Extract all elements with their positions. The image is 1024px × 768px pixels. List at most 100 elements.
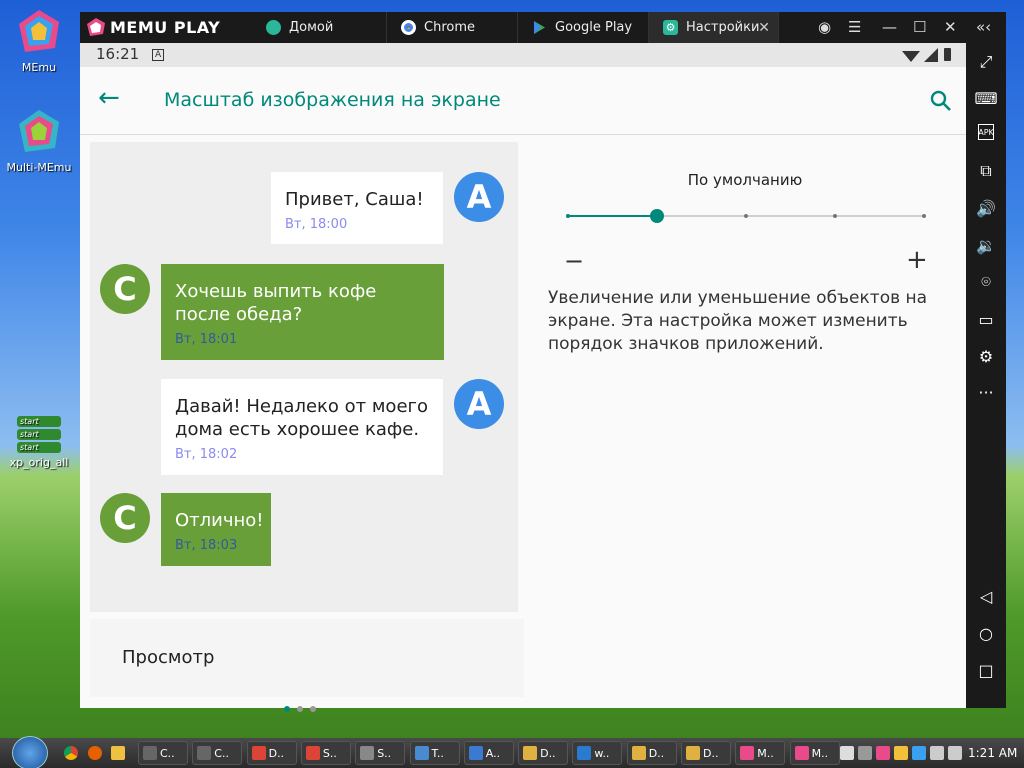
signal-icon bbox=[924, 48, 938, 62]
tray-icon[interactable] bbox=[876, 746, 890, 760]
back-arrow-icon[interactable]: ← bbox=[98, 85, 120, 111]
folder-icon[interactable]: ▭ bbox=[975, 308, 997, 330]
slider-tick bbox=[922, 214, 926, 218]
notification-icon: A bbox=[152, 49, 165, 61]
firefox-pinned-icon[interactable] bbox=[88, 746, 102, 760]
maximize-icon[interactable]: ☐ bbox=[913, 18, 926, 36]
memu-play-logo: MEMU PLAY bbox=[86, 17, 220, 37]
memu-sidebar: ⤢ ⌨ APK ⧉ 🔊 🔉 ⌾ ▭ ⚙ ··· ◁ ○ □ bbox=[966, 43, 1006, 708]
message-time: Вт, 18:02 bbox=[175, 447, 238, 462]
start-buttons-icon: start start start bbox=[17, 414, 61, 454]
page-dot-active bbox=[284, 706, 290, 712]
desktop-icon-multi-memu[interactable]: Multi-MEmu bbox=[0, 108, 78, 174]
volume-up-icon[interactable]: 🔊 bbox=[975, 197, 997, 219]
scale-value-label: По умолчанию bbox=[687, 171, 803, 189]
tab-google-play[interactable]: Google Play bbox=[518, 12, 649, 43]
desktop-icon-label: Multi-MEmu bbox=[6, 161, 72, 174]
chat-preview: Привет, Саша! Вт, 18:00 A C Хочешь выпит… bbox=[90, 142, 518, 612]
desktop-icon-label: MEmu bbox=[21, 61, 57, 74]
scale-slider[interactable] bbox=[562, 201, 932, 231]
taskbar-item-label: w.. bbox=[594, 746, 610, 760]
menu-icon[interactable]: ☰ bbox=[848, 18, 861, 36]
chrome-pinned-icon[interactable] bbox=[64, 746, 78, 760]
taskbar-item-label: D.. bbox=[703, 746, 719, 760]
close-tab-icon[interactable]: ✕ bbox=[758, 20, 770, 36]
collapse-sidebar-icon[interactable]: «‹ bbox=[976, 18, 991, 36]
tab-label: Chrome bbox=[424, 20, 475, 35]
minimize-icon[interactable]: — bbox=[882, 18, 897, 36]
taskbar-item[interactable]: S.. bbox=[300, 741, 351, 765]
taskbar-item[interactable]: D.. bbox=[626, 741, 677, 765]
taskbar-item-icon bbox=[305, 746, 320, 760]
settings-icon[interactable]: ⚙ bbox=[975, 345, 997, 367]
taskbar-item-icon bbox=[631, 746, 646, 760]
apk-icon[interactable]: APK bbox=[978, 124, 994, 140]
decrease-button[interactable]: − bbox=[564, 247, 584, 275]
preview-footer: Просмотр bbox=[90, 619, 524, 697]
desktop-icon-memu[interactable]: MEmu bbox=[0, 8, 78, 74]
tab-settings[interactable]: ⚙ Настройки ✕ bbox=[649, 12, 779, 43]
taskbar-item[interactable]: C.. bbox=[192, 741, 243, 765]
location-icon[interactable]: ⌾ bbox=[975, 271, 997, 293]
page-indicator[interactable] bbox=[284, 706, 316, 712]
search-icon[interactable] bbox=[930, 90, 952, 112]
taskbar-item-icon bbox=[740, 746, 755, 760]
taskbar-item[interactable]: S.. bbox=[355, 741, 406, 765]
start-label: start bbox=[17, 429, 61, 440]
taskbar-item-label: D.. bbox=[648, 746, 665, 760]
taskbar-item[interactable]: T.. bbox=[409, 741, 460, 765]
start-label: start bbox=[17, 442, 61, 453]
desktop-icon-xp-orig-all[interactable]: start start start xp_orig_all bbox=[0, 414, 78, 469]
tray-icon[interactable] bbox=[912, 746, 926, 760]
taskbar-item-label: A.. bbox=[485, 746, 501, 760]
taskbar-item[interactable]: D.. bbox=[246, 741, 297, 765]
fullscreen-icon[interactable]: ⤢ bbox=[975, 51, 997, 73]
taskbar-item[interactable]: D.. bbox=[681, 741, 731, 765]
tab-label: Настройки bbox=[686, 20, 760, 35]
taskbar-item-icon bbox=[577, 746, 592, 760]
taskbar-item[interactable]: M.. bbox=[789, 741, 840, 765]
chrome-icon bbox=[401, 20, 416, 35]
start-button[interactable] bbox=[12, 736, 48, 768]
taskbar-item[interactable]: C.. bbox=[138, 741, 188, 765]
tab-home[interactable]: Домой bbox=[252, 12, 387, 43]
slider-tick bbox=[744, 214, 748, 218]
clock[interactable]: 1:21 AM bbox=[968, 746, 1017, 760]
explorer-pinned-icon[interactable] bbox=[111, 746, 125, 760]
back-icon[interactable]: ◁ bbox=[975, 585, 997, 607]
tab-chrome[interactable]: Chrome bbox=[387, 12, 518, 43]
recents-icon[interactable]: □ bbox=[975, 659, 997, 681]
message-text: Хочешь выпить кофе после обеда? bbox=[175, 281, 377, 325]
volume-tray-icon[interactable] bbox=[948, 746, 962, 760]
keyboard-icon[interactable]: ⌨ bbox=[974, 87, 997, 109]
message-bubble: Привет, Саша! Вт, 18:00 bbox=[271, 172, 443, 244]
taskbar-item-label: S.. bbox=[377, 746, 392, 760]
tray-icon[interactable] bbox=[840, 746, 854, 760]
taskbar-item-label: M.. bbox=[757, 746, 774, 760]
taskbar-item-icon bbox=[360, 746, 375, 760]
desktop-icon-label: xp_orig_all bbox=[9, 456, 69, 469]
taskbar-item-icon bbox=[794, 746, 809, 760]
slider-thumb[interactable] bbox=[650, 209, 664, 223]
multi-instance-icon[interactable]: ⧉ bbox=[975, 160, 997, 182]
page-dot bbox=[297, 706, 303, 712]
tray-icon[interactable] bbox=[894, 746, 908, 760]
taskbar-item-label: D.. bbox=[540, 746, 556, 760]
slider-tick bbox=[833, 214, 837, 218]
tray-icon[interactable] bbox=[858, 746, 872, 760]
more-icon[interactable]: ··· bbox=[975, 381, 997, 403]
taskbar-item[interactable]: A.. bbox=[463, 741, 514, 765]
network-icon[interactable] bbox=[930, 746, 944, 760]
taskbar-item[interactable]: D.. bbox=[518, 741, 569, 765]
close-icon[interactable]: ✕ bbox=[944, 18, 957, 36]
status-time: 16:21 bbox=[96, 45, 140, 63]
message-text: Привет, Саша! bbox=[285, 189, 424, 210]
taskbar-item[interactable]: w.. bbox=[572, 741, 623, 765]
avatar: C bbox=[100, 264, 150, 314]
taskbar-item[interactable]: M.. bbox=[735, 741, 786, 765]
volume-down-icon[interactable]: 🔉 bbox=[975, 234, 997, 256]
increase-button[interactable]: + bbox=[906, 245, 928, 275]
taskbar-item-label: T.. bbox=[431, 746, 444, 760]
user-icon[interactable]: ◉ bbox=[818, 18, 831, 36]
home-icon[interactable]: ○ bbox=[975, 622, 997, 644]
